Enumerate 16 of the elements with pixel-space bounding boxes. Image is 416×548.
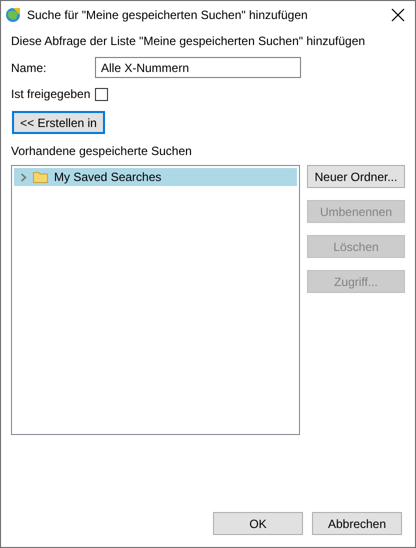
close-icon[interactable]	[391, 8, 405, 22]
folder-icon	[33, 171, 48, 183]
name-label: Name:	[11, 60, 48, 74]
dialog-button[interactable]: Abbrechen	[312, 512, 402, 535]
tree-item[interactable]: My Saved Searches	[14, 168, 297, 186]
side-button[interactable]: Neuer Ordner...	[307, 165, 405, 188]
tree-item-label: My Saved Searches	[54, 170, 162, 184]
create-in-button[interactable]: << Erstellen in	[12, 111, 105, 134]
dialog-button[interactable]: OK	[213, 512, 303, 535]
app-globe-icon	[5, 6, 21, 22]
shared-checkbox[interactable]	[95, 88, 108, 100]
window-title: Suche für "Meine gespeicherten Suchen" hinzufügen	[27, 8, 309, 22]
name-field[interactable]: Alle X-Nummern	[95, 57, 301, 78]
shared-label: Ist freigegeben	[11, 87, 90, 101]
intro-text: Diese Abfrage der Liste "Meine gespeicherten Suchen" hinzufügen	[11, 34, 366, 48]
tree-label: Vorhandene gespeicherte Suchen	[11, 144, 193, 158]
